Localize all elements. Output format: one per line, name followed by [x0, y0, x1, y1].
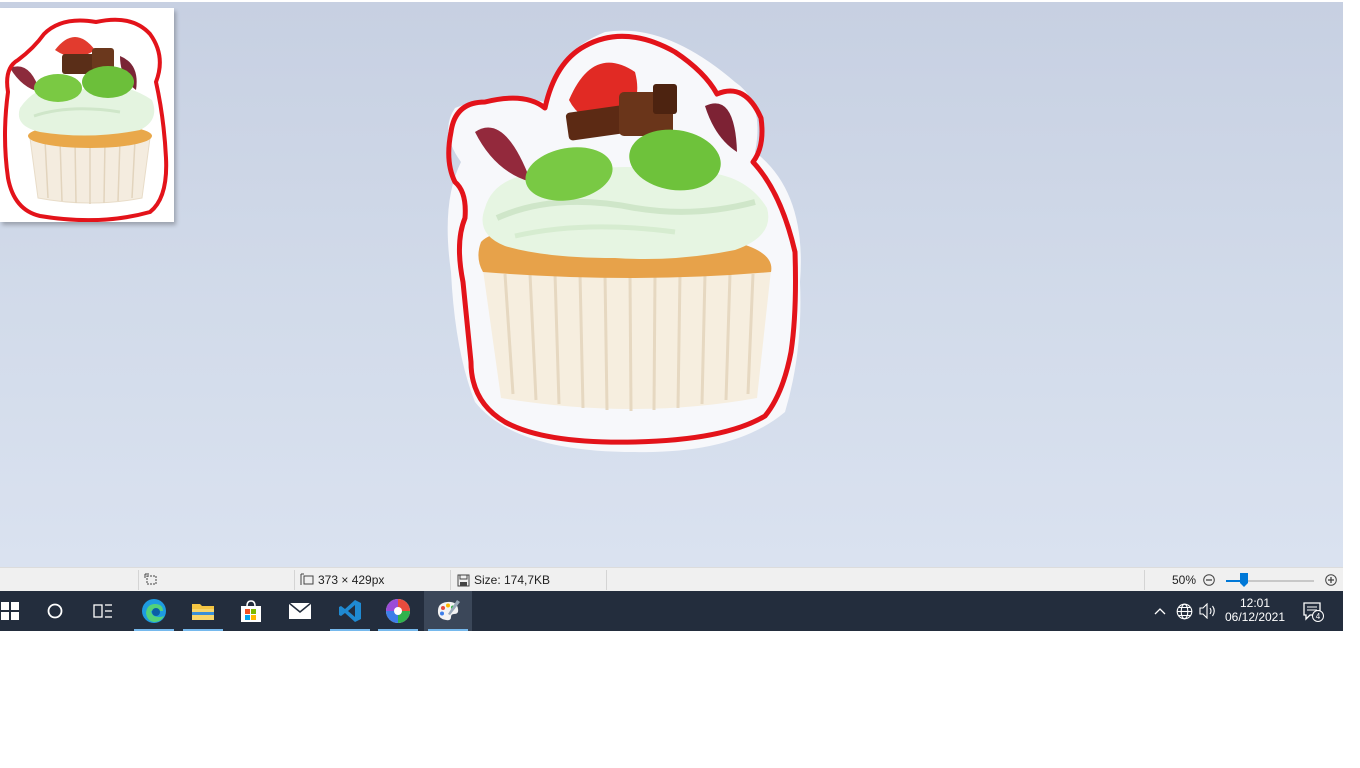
selection-icon [144, 573, 157, 585]
start-button[interactable] [0, 591, 34, 631]
zoom-in-icon[interactable] [1325, 574, 1337, 586]
status-bar: 373 × 429px Size: 174,7KB 50% [0, 567, 1343, 591]
network-button[interactable] [1173, 591, 1195, 631]
paint-palette-icon [437, 600, 460, 621]
taskbar-app-file-explorer[interactable] [179, 591, 227, 631]
search-button[interactable] [31, 591, 79, 631]
cupcake-image [446, 30, 801, 453]
zoom-out-icon[interactable] [1203, 574, 1215, 586]
taskbar-clock[interactable]: 12:01 06/12/2021 [1222, 591, 1288, 631]
taskbar-app-mail[interactable] [276, 591, 324, 631]
running-indicator [428, 629, 468, 631]
main-cupcake-image[interactable] [435, 22, 811, 454]
running-indicator [183, 629, 223, 631]
image-canvas[interactable] [0, 2, 1343, 567]
file-size-text: Size: 174,7KB [474, 573, 551, 587]
image-dimensions-status: 373 × 429px [300, 568, 384, 592]
cortana-circle-icon [47, 603, 63, 619]
cupcake-thumbnail-image [3, 17, 169, 222]
disk-icon [457, 574, 470, 586]
store-bag-icon [241, 600, 261, 622]
status-separator [450, 570, 451, 590]
volume-button[interactable] [1197, 591, 1219, 631]
taskbar-app-paint-3d[interactable] [424, 591, 472, 631]
task-view-button[interactable] [79, 591, 127, 631]
notification-badge: 4 [1316, 612, 1321, 621]
chevron-up-icon [1154, 608, 1166, 615]
zoom-level: 50% [1172, 573, 1197, 587]
clock-date: 06/12/2021 [1224, 610, 1286, 624]
windows-logo-icon [1, 602, 19, 620]
thumbnail-preview[interactable] [0, 8, 174, 222]
show-hidden-icons-button[interactable] [1150, 591, 1170, 631]
vscode-icon [339, 600, 361, 622]
selection-status [144, 568, 158, 592]
task-view-icon [93, 604, 112, 618]
zoom-slider-thumb[interactable] [1239, 572, 1249, 588]
image-dimensions-icon [300, 573, 314, 585]
action-center-button[interactable]: 4 [1298, 591, 1328, 631]
speaker-icon [1199, 603, 1215, 619]
image-dimensions-text: 373 × 429px [318, 573, 385, 587]
photos-icon [386, 599, 410, 623]
taskbar-app-edge[interactable] [130, 591, 178, 631]
folder-icon [192, 604, 214, 620]
clock-time: 12:01 [1239, 596, 1271, 610]
running-indicator [330, 629, 370, 631]
taskbar-app-store[interactable] [227, 591, 275, 631]
globe-network-icon [1176, 603, 1192, 619]
file-size-status: Size: 174,7KB [457, 568, 550, 592]
status-separator [138, 570, 139, 590]
edge-icon [142, 599, 166, 623]
windows-taskbar: 12:01 06/12/2021 4 [0, 591, 1343, 631]
status-separator [294, 570, 295, 590]
mail-icon [288, 602, 312, 619]
notification-icon: 4 [1303, 602, 1324, 622]
running-indicator [134, 629, 174, 631]
taskbar-app-vscode[interactable] [326, 591, 374, 631]
running-indicator [378, 629, 418, 631]
status-separator [1144, 570, 1145, 590]
taskbar-app-photos[interactable] [374, 591, 422, 631]
status-separator [606, 570, 607, 590]
